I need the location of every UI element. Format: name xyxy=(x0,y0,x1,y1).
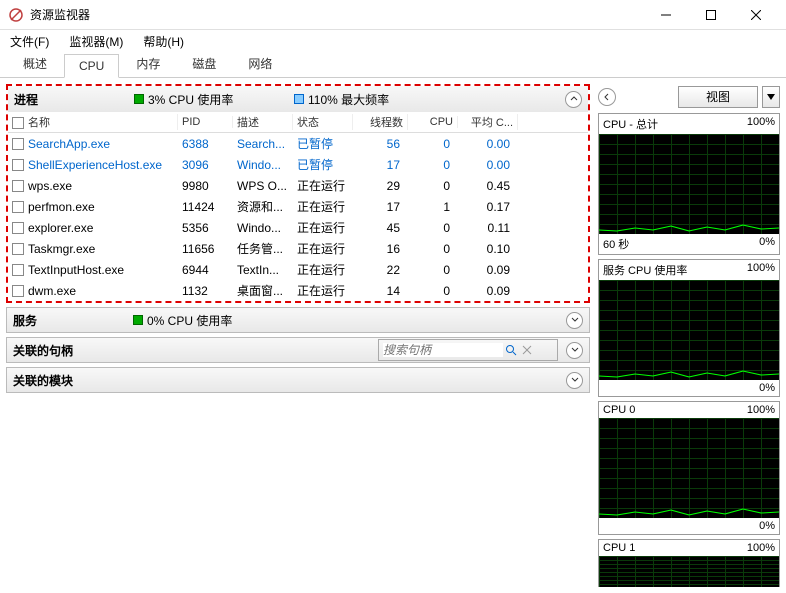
row-checkbox[interactable] xyxy=(12,222,24,234)
row-checkbox[interactable] xyxy=(12,201,24,213)
graph-max: 100% xyxy=(747,116,775,132)
processes-header[interactable]: 进程 3% CPU 使用率 110% 最大频率 xyxy=(8,86,588,112)
collapse-processes-button[interactable] xyxy=(565,91,582,108)
graph-3: CPU 1 100% xyxy=(598,539,780,587)
tab-cpu[interactable]: CPU xyxy=(64,54,119,78)
graph-2: CPU 0 100% 0% xyxy=(598,401,780,535)
services-title: 服务 xyxy=(13,312,133,329)
row-checkbox[interactable] xyxy=(12,138,24,150)
row-checkbox[interactable] xyxy=(12,264,24,276)
expand-modules-button[interactable] xyxy=(566,372,583,389)
handles-header[interactable]: 关联的句柄 xyxy=(6,337,590,363)
tabbar: 概述 CPU 内存 磁盘 网络 xyxy=(0,52,786,78)
col-pid[interactable]: PID xyxy=(178,116,233,128)
tab-network[interactable]: 网络 xyxy=(233,50,287,77)
services-usage-label: 0% CPU 使用率 xyxy=(147,312,232,329)
cpu-usage-label: 3% CPU 使用率 xyxy=(148,91,233,108)
col-name[interactable]: 名称 xyxy=(8,114,178,130)
graph-0: CPU - 总计 100% 60 秒 0% xyxy=(598,113,780,255)
col-threads[interactable]: 线程数 xyxy=(353,114,408,130)
row-checkbox[interactable] xyxy=(12,159,24,171)
row-checkbox[interactable] xyxy=(12,285,24,297)
modules-header[interactable]: 关联的模块 xyxy=(6,367,590,393)
menu-help[interactable]: 帮助(H) xyxy=(139,31,188,52)
table-row[interactable]: wps.exe 9980WPS O...正在运行 2900.45 xyxy=(8,175,588,196)
table-row[interactable]: perfmon.exe 11424资源和...正在运行 1710.17 xyxy=(8,196,588,217)
maximize-button[interactable] xyxy=(688,0,733,30)
tab-overview[interactable]: 概述 xyxy=(8,50,62,77)
graph-foot-right: 0% xyxy=(759,520,775,532)
services-usage-icon xyxy=(133,315,143,325)
graph-max: 100% xyxy=(747,542,775,554)
cpu-usage-icon xyxy=(134,94,144,104)
graph-foot-left: 60 秒 xyxy=(603,236,629,252)
handles-searchbox xyxy=(378,339,558,361)
view-button[interactable]: 视图 xyxy=(678,86,758,108)
menubar: 文件(F) 监视器(M) 帮助(H) xyxy=(0,30,786,52)
graph-foot-right: 0% xyxy=(759,382,775,394)
graph-title: CPU 0 xyxy=(603,404,635,416)
cpu-freq-label: 110% 最大频率 xyxy=(308,91,389,108)
expand-handles-button[interactable] xyxy=(566,342,583,359)
col-status[interactable]: 状态 xyxy=(293,114,353,130)
table-row[interactable]: TextInputHost.exe 6944TextIn...正在运行 2200… xyxy=(8,259,588,280)
table-header: 名称 PID 描述 状态 线程数 CPU 平均 C... xyxy=(8,112,588,133)
close-button[interactable] xyxy=(733,0,778,30)
graph-foot-right: 0% xyxy=(759,236,775,252)
processes-panel-highlight: 进程 3% CPU 使用率 110% 最大频率 名称 PID 描述 状态 线程数… xyxy=(6,84,590,303)
expand-services-button[interactable] xyxy=(566,312,583,329)
graph-title: CPU 1 xyxy=(603,542,635,554)
checkbox-all[interactable] xyxy=(12,117,24,129)
clear-search-icon[interactable] xyxy=(519,344,535,356)
graph-1: 服务 CPU 使用率 100% 0% xyxy=(598,259,780,397)
row-checkbox[interactable] xyxy=(12,180,24,192)
services-header[interactable]: 服务 0% CPU 使用率 xyxy=(6,307,590,333)
graph-title: 服务 CPU 使用率 xyxy=(603,262,687,278)
menu-file[interactable]: 文件(F) xyxy=(6,31,53,52)
table-row[interactable]: explorer.exe 5356Windo...正在运行 4500.11 xyxy=(8,217,588,238)
side-expand-button[interactable] xyxy=(598,88,616,106)
menu-monitor[interactable]: 监视器(M) xyxy=(65,31,127,52)
view-dropdown-button[interactable] xyxy=(762,86,780,108)
table-row[interactable]: Taskmgr.exe 11656任务管...正在运行 1600.10 xyxy=(8,238,588,259)
col-desc[interactable]: 描述 xyxy=(233,114,293,130)
modules-title: 关联的模块 xyxy=(13,372,133,389)
handles-title: 关联的句柄 xyxy=(13,342,73,359)
table-row[interactable]: dwm.exe 1132桌面窗...正在运行 1400.09 xyxy=(8,280,588,301)
processes-title: 进程 xyxy=(14,91,134,108)
titlebar: 资源监视器 xyxy=(0,0,786,30)
processes-table: 名称 PID 描述 状态 线程数 CPU 平均 C... SearchApp.e… xyxy=(8,112,588,301)
table-row[interactable]: ShellExperienceHost.exe 3096Windo...已暂停 … xyxy=(8,154,588,175)
col-cpu[interactable]: CPU xyxy=(408,116,458,128)
tab-memory[interactable]: 内存 xyxy=(121,50,175,77)
tab-disk[interactable]: 磁盘 xyxy=(177,50,231,77)
side-panel: 视图 CPU - 总计100% 60 秒0%服务 CPU 使用率100% 0%C… xyxy=(596,78,786,593)
graph-max: 100% xyxy=(747,262,775,278)
table-row[interactable]: SearchApp.exe 6388Search...已暂停 5600.00 xyxy=(8,133,588,154)
search-input[interactable] xyxy=(383,343,503,357)
window-title: 资源监视器 xyxy=(30,6,643,23)
search-icon[interactable] xyxy=(503,344,519,356)
app-icon xyxy=(8,7,24,23)
cpu-freq-icon xyxy=(294,94,304,104)
graph-title: CPU - 总计 xyxy=(603,116,658,132)
graph-max: 100% xyxy=(747,404,775,416)
minimize-button[interactable] xyxy=(643,0,688,30)
col-avg[interactable]: 平均 C... xyxy=(458,114,518,130)
row-checkbox[interactable] xyxy=(12,243,24,255)
